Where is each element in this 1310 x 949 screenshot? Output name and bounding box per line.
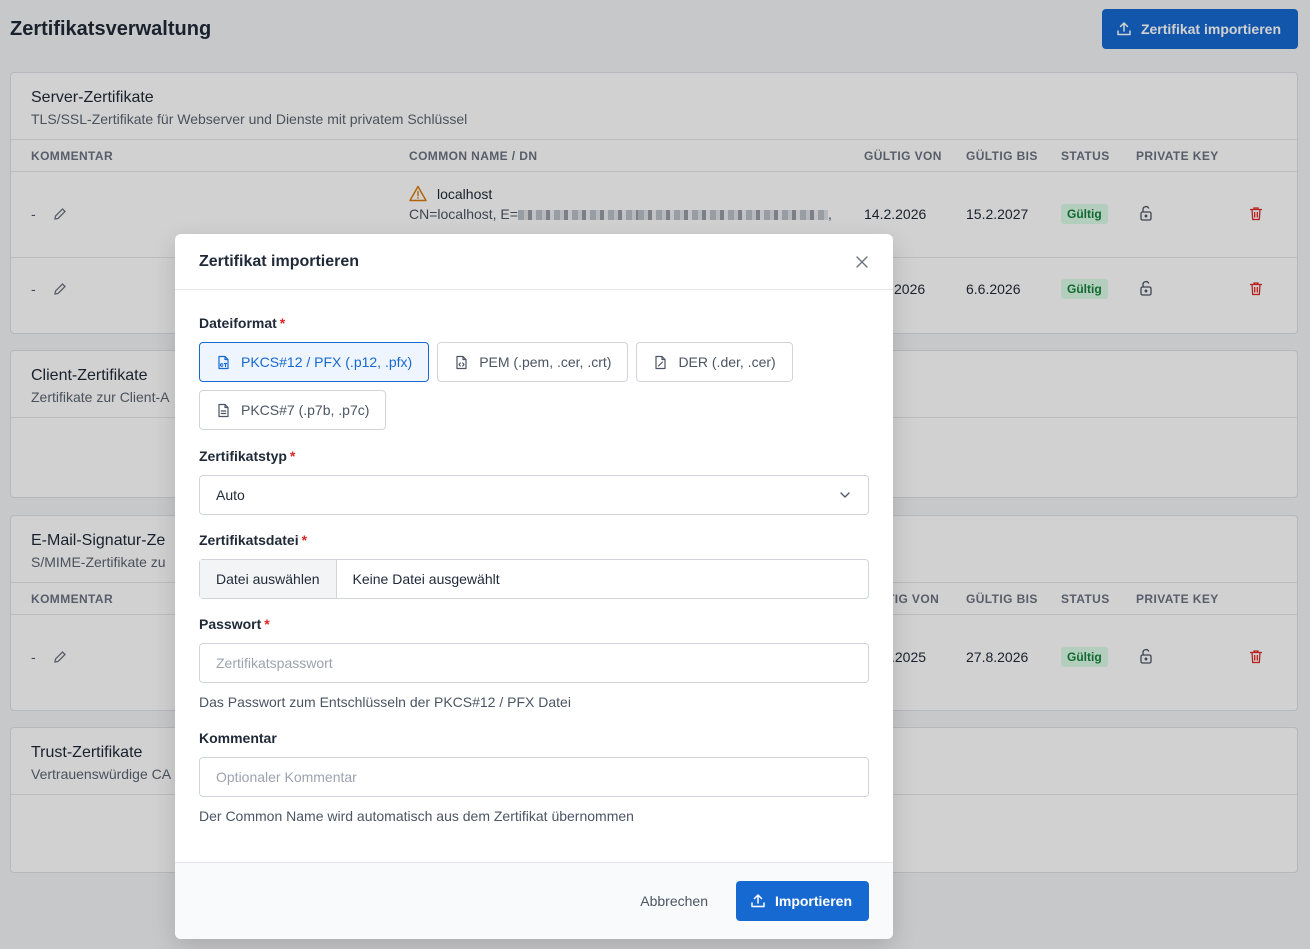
comment-label: Kommentar: [199, 730, 277, 746]
format-option-der[interactable]: DER (.der, .cer): [636, 342, 793, 382]
required-marker: *: [301, 532, 308, 548]
file-certificate-icon: [218, 355, 229, 369]
required-marker: *: [279, 315, 286, 331]
cancel-button[interactable]: Abbrechen: [640, 893, 708, 909]
password-label: Passwort *: [199, 615, 869, 633]
format-options: PKCS#12 / PFX (.p12, .pfx) PEM (.pem, .c…: [199, 342, 819, 430]
format-option-pkcs12[interactable]: PKCS#12 / PFX (.p12, .pfx): [199, 342, 430, 382]
type-label-text: Zertifikatstyp: [199, 448, 287, 464]
selected-file-name: Keine Datei ausgewählt: [352, 571, 500, 587]
dialog-body: Dateiformat * PKCS#12 / PFX (.p12, .pfx) …: [175, 290, 893, 825]
file-label-text: Zertifikatsdatei: [199, 532, 299, 548]
certificate-type-value: Auto: [216, 487, 245, 503]
choose-file-button[interactable]: Datei auswählen: [200, 560, 337, 598]
required-marker: *: [264, 616, 270, 632]
format-option-pem[interactable]: PEM (.pem, .cer, .crt): [437, 342, 629, 382]
file-code-icon: [456, 355, 467, 369]
password-label-text: Passwort: [199, 616, 262, 632]
close-button[interactable]: [851, 251, 873, 273]
format-label-text: Dateiformat: [199, 315, 277, 331]
import-certificate-dialog: Zertifikat importieren Dateiformat * PKCS…: [175, 234, 893, 939]
required-marker: *: [289, 448, 296, 464]
password-field[interactable]: [199, 643, 869, 683]
comment-help-text: Der Common Name wird automatisch aus dem…: [199, 808, 634, 824]
format-label: Dateiformat *: [199, 314, 869, 332]
password-help-text: Das Passwort zum Entschlüsseln der PKCS#…: [199, 694, 571, 710]
format-option-label: PKCS#7 (.p7b, .p7c): [241, 402, 370, 418]
submit-import-label: Importieren: [774, 893, 852, 909]
format-option-pkcs7[interactable]: PKCS#7 (.p7b, .p7c): [199, 390, 387, 430]
chevron-down-icon: [840, 492, 850, 498]
comment-field[interactable]: [199, 757, 869, 797]
upload-icon: [751, 894, 765, 908]
certificate-file-input: Datei auswählen Keine Datei ausgewählt: [199, 559, 869, 599]
format-option-label: PEM (.pem, .cer, .crt): [479, 354, 612, 370]
format-option-label: PKCS#12 / PFX (.p12, .pfx): [241, 354, 413, 370]
type-label: Zertifikatstyp *: [199, 447, 869, 465]
dialog-title: Zertifikat importieren: [199, 252, 360, 270]
submit-import-button[interactable]: Importieren: [735, 881, 869, 921]
close-icon: [856, 255, 868, 268]
dialog-footer: Abbrechen Importieren: [175, 862, 893, 939]
file-text-icon: [218, 403, 229, 417]
dialog-header: Zertifikat importieren: [175, 234, 893, 290]
format-option-label: DER (.der, .cer): [678, 354, 776, 370]
file-label: Zertifikatsdatei *: [199, 531, 869, 549]
certificate-type-select[interactable]: Auto: [199, 475, 869, 515]
file-binary-icon: [655, 355, 667, 369]
